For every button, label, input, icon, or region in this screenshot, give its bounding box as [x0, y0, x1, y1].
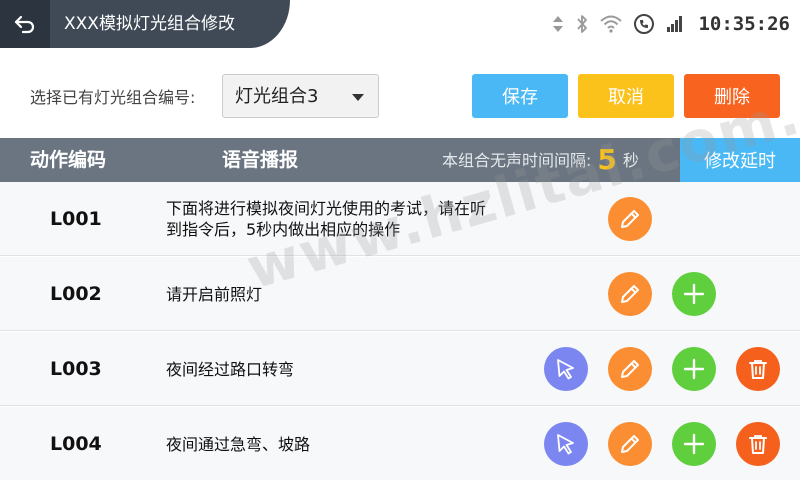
back-button[interactable] [0, 0, 50, 48]
add-button[interactable] [672, 422, 716, 466]
column-header-code: 动作编码 [30, 149, 107, 171]
back-icon [14, 15, 35, 34]
select-action-button[interactable] [544, 347, 588, 391]
pencil-icon [621, 435, 639, 453]
delete-button[interactable]: 删除 [684, 74, 780, 118]
edit-button[interactable] [608, 422, 652, 466]
top-bar: XXX模拟灯光组合修改 10:35:26 [0, 0, 800, 48]
delete-row-button[interactable] [736, 422, 780, 466]
pencil-icon [621, 210, 639, 228]
select-action-button[interactable] [544, 422, 588, 466]
pencil-icon [621, 285, 639, 303]
light-combo-select[interactable]: 灯光组合3 [222, 74, 379, 118]
edit-button[interactable] [608, 272, 652, 316]
controls-row: 选择已有灯光组合编号: 灯光组合3 保存 取消 删除 [0, 48, 800, 138]
pencil-icon [621, 360, 639, 378]
row-voice-text: 请开启前照灯 [166, 284, 263, 304]
dropdown-arrow-icon [352, 94, 364, 101]
select-label: 选择已有灯光组合编号: [30, 88, 196, 107]
plus-icon [683, 358, 705, 380]
phone-icon [634, 14, 655, 34]
table-row: L001 下面将进行模拟夜间灯光使用的考试，请在听到指令后，5秒内做出相应的操作 [0, 182, 800, 256]
status-bar: 10:35:26 [552, 0, 790, 48]
table-row: L003 夜间经过路口转弯 [0, 332, 800, 406]
silence-interval: 本组合无声时间间隔: 5 秒 [442, 138, 639, 183]
interval-value: 5 [597, 143, 617, 176]
delete-row-button[interactable] [736, 347, 780, 391]
signal-icon [666, 16, 683, 32]
row-code: L003 [50, 358, 102, 380]
row-code: L004 [50, 433, 102, 455]
interval-unit: 秒 [622, 151, 639, 170]
plus-icon [683, 283, 705, 305]
plus-icon [683, 433, 705, 455]
cursor-icon [557, 359, 574, 380]
interval-label: 本组合无声时间间隔: [442, 151, 592, 170]
row-voice-text: 夜间通过急弯、坡路 [166, 434, 311, 454]
edit-button[interactable] [608, 197, 652, 241]
column-header-voice: 语音播报 [222, 149, 299, 171]
trash-icon [749, 360, 767, 379]
row-voice-text: 下面将进行模拟夜间灯光使用的考试，请在听到指令后，5秒内做出相应的操作 [166, 199, 487, 239]
clock: 10:35:26 [698, 13, 790, 35]
bluetooth-icon [576, 14, 588, 34]
table-row: L002 请开启前照灯 [0, 257, 800, 331]
edit-button[interactable] [608, 347, 652, 391]
add-button[interactable] [672, 347, 716, 391]
trash-icon [749, 435, 767, 454]
cursor-icon [557, 434, 574, 455]
row-voice-text: 夜间经过路口转弯 [166, 359, 295, 379]
add-button[interactable] [672, 272, 716, 316]
save-button[interactable]: 保存 [472, 74, 568, 118]
data-arrows-icon [552, 15, 564, 33]
select-value: 灯光组合3 [235, 86, 319, 107]
row-code: L002 [50, 283, 102, 305]
wifi-icon [600, 15, 623, 33]
table-header: 动作编码 语音播报 本组合无声时间间隔: 5 秒 修改延时 [0, 138, 800, 182]
cancel-button[interactable]: 取消 [578, 74, 674, 118]
table-row: L004 夜间通过急弯、坡路 [0, 407, 800, 480]
row-code: L001 [50, 208, 102, 230]
app-title: XXX模拟灯光组合修改 [64, 14, 235, 34]
modify-delay-button[interactable]: 修改延时 [680, 138, 800, 182]
